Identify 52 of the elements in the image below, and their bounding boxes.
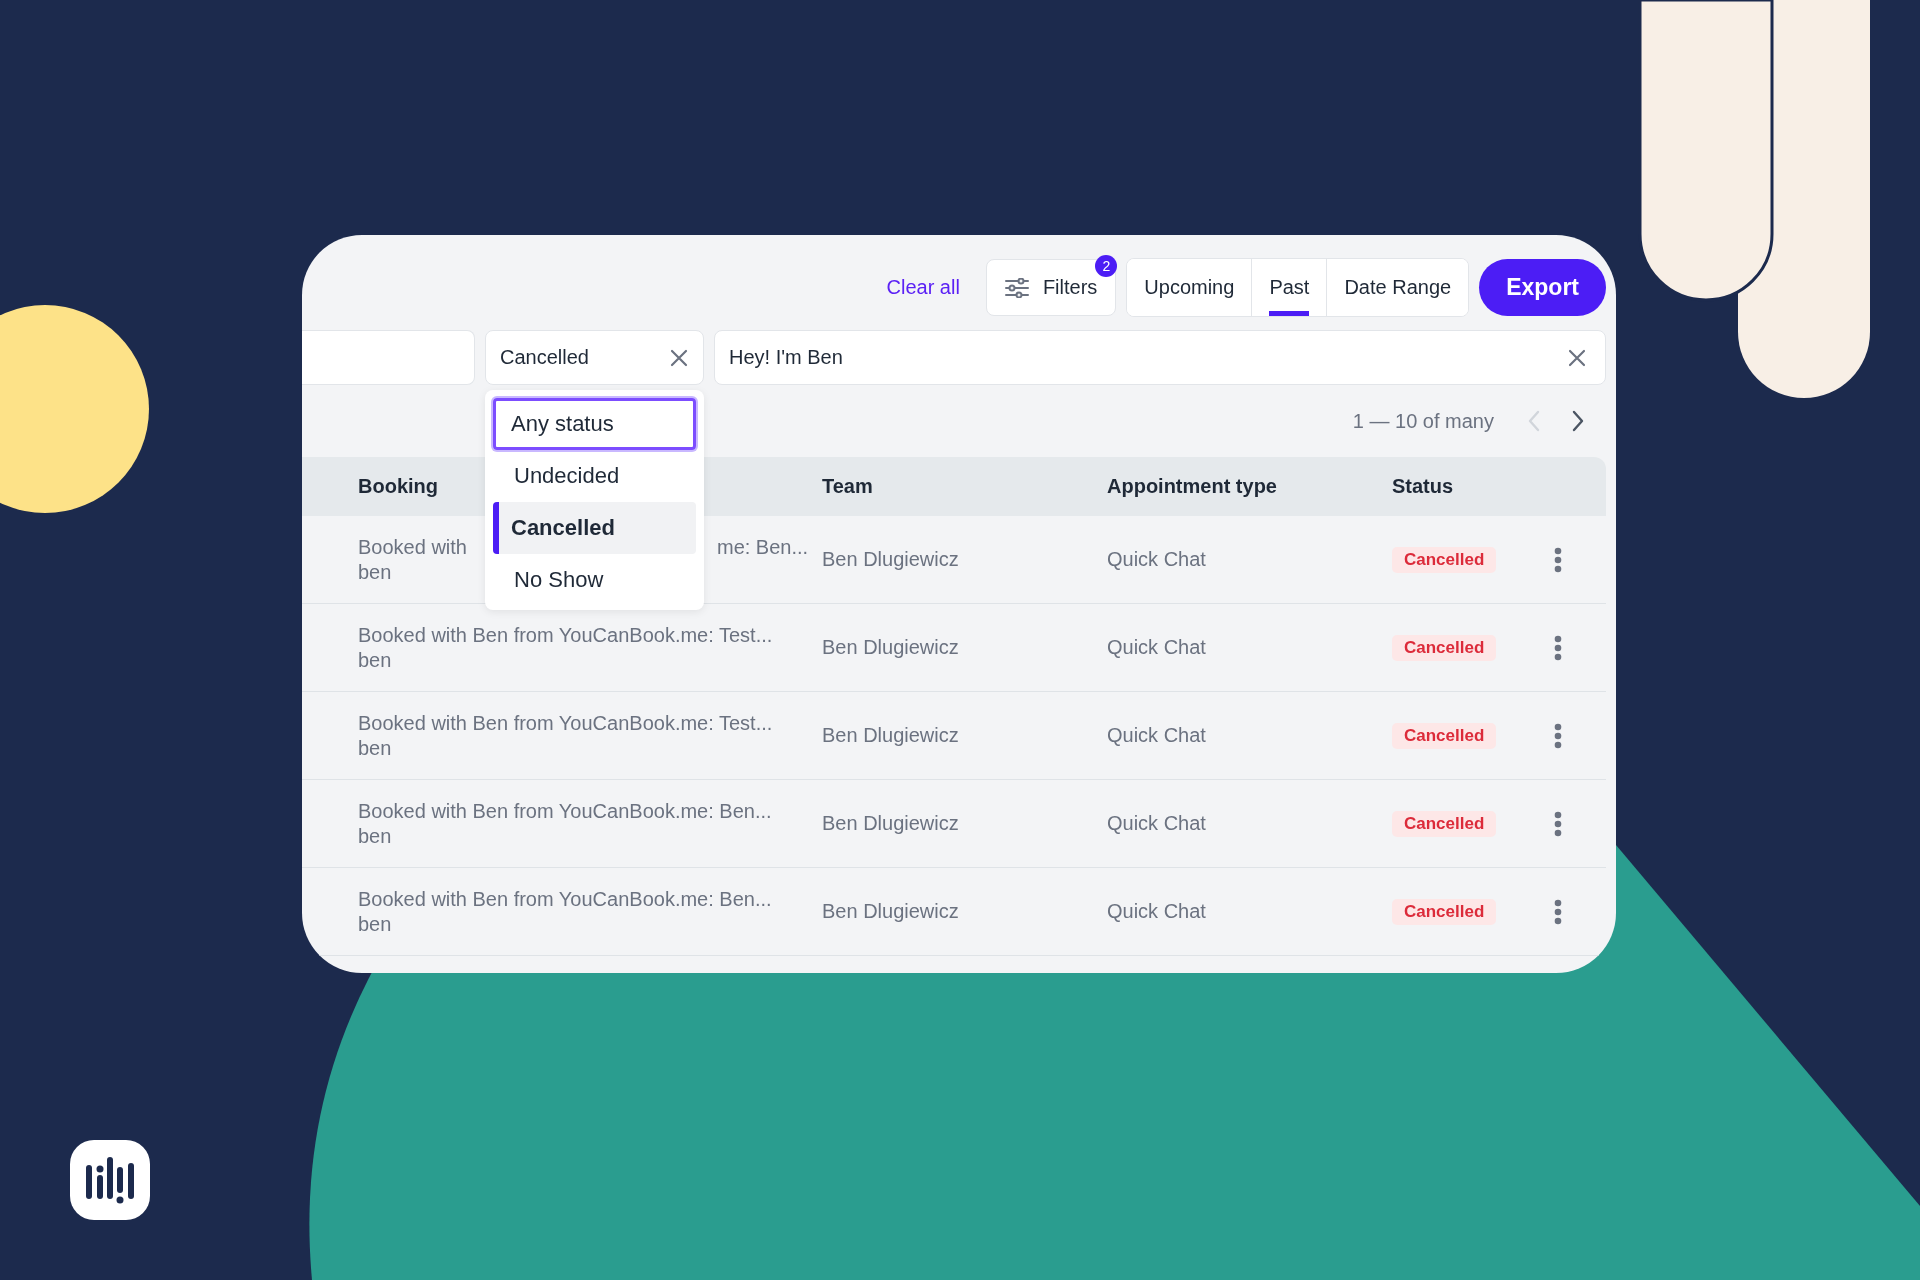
appointment-type-cell: Quick Chat bbox=[1107, 636, 1206, 659]
booking-title: Booked with Ben from YouCanBook.me: Test... bbox=[358, 711, 773, 735]
guest-name: ben bbox=[358, 824, 392, 848]
more-options-icon[interactable] bbox=[1554, 546, 1562, 573]
more-options-icon[interactable] bbox=[1554, 898, 1562, 925]
team-cell: Ben Dlugiewicz bbox=[822, 900, 959, 923]
booking-title: Booked with bbox=[358, 535, 467, 559]
column-header: Appointment type bbox=[1107, 475, 1277, 498]
pagination-range: 1 — 10 of many bbox=[1352, 409, 1494, 433]
status-badge: Cancelled bbox=[1392, 634, 1497, 661]
sliders-icon bbox=[1004, 277, 1029, 298]
close-icon[interactable] bbox=[1567, 347, 1587, 368]
appointment-type-cell: Quick Chat bbox=[1107, 548, 1206, 571]
next-page-icon[interactable] bbox=[1570, 409, 1586, 433]
team-cell: Ben Dlugiewicz bbox=[822, 548, 959, 571]
search-field[interactable]: Hey! I'm Ben bbox=[714, 330, 1606, 385]
more-options-icon[interactable] bbox=[1554, 810, 1562, 837]
column-header: Status bbox=[1392, 475, 1454, 498]
status-badge: Cancelled bbox=[1392, 722, 1497, 749]
more-options-icon[interactable] bbox=[1554, 634, 1562, 661]
appointment-type-cell: Quick Chat bbox=[1107, 812, 1206, 835]
column-header: Team bbox=[822, 475, 873, 498]
menu-item[interactable]: No Show bbox=[493, 554, 696, 606]
clear-all-link[interactable]: Clear all bbox=[886, 276, 960, 299]
team-cell: Ben Dlugiewicz bbox=[822, 636, 959, 659]
appointment-type-cell: Quick Chat bbox=[1107, 900, 1206, 923]
more-options-icon[interactable] bbox=[1554, 722, 1562, 749]
status-select[interactable]: Cancelled bbox=[485, 330, 704, 385]
column-header: Booking bbox=[358, 475, 438, 498]
booking-title: Booked with Ben from YouCanBook.me: Ben... bbox=[358, 799, 772, 823]
guest-name: ben bbox=[358, 912, 392, 936]
status-badge: Cancelled bbox=[1392, 898, 1497, 925]
booking-title: Booked with Ben from YouCanBook.me: Test... bbox=[358, 623, 773, 647]
team-cell: Ben Dlugiewicz bbox=[822, 812, 959, 835]
booking-title: me: Ben... bbox=[716, 535, 809, 559]
close-icon[interactable] bbox=[669, 347, 689, 368]
menu-item[interactable]: Any status bbox=[493, 398, 696, 450]
logo-icon bbox=[70, 1140, 150, 1220]
export-button[interactable]: Export bbox=[1479, 259, 1606, 316]
filter-count-badge: 2 bbox=[1095, 255, 1118, 277]
menu-item[interactable]: Undecided bbox=[493, 450, 696, 502]
booking-title: Booked with Ben from YouCanBook.me: Ben... bbox=[358, 887, 772, 911]
menu-item[interactable]: Cancelled bbox=[493, 502, 696, 554]
guest-name: ben bbox=[358, 736, 392, 760]
status-badge: Cancelled bbox=[1392, 810, 1497, 837]
tab[interactable]: Date Range bbox=[1326, 259, 1469, 316]
guest-name: ben bbox=[358, 560, 392, 584]
appointment-type-cell: Quick Chat bbox=[1107, 724, 1206, 747]
guest-name: ben bbox=[358, 648, 392, 672]
filter-field[interactable] bbox=[302, 330, 475, 385]
team-cell: Ben Dlugiewicz bbox=[822, 724, 959, 747]
status-badge: Cancelled bbox=[1392, 546, 1497, 573]
